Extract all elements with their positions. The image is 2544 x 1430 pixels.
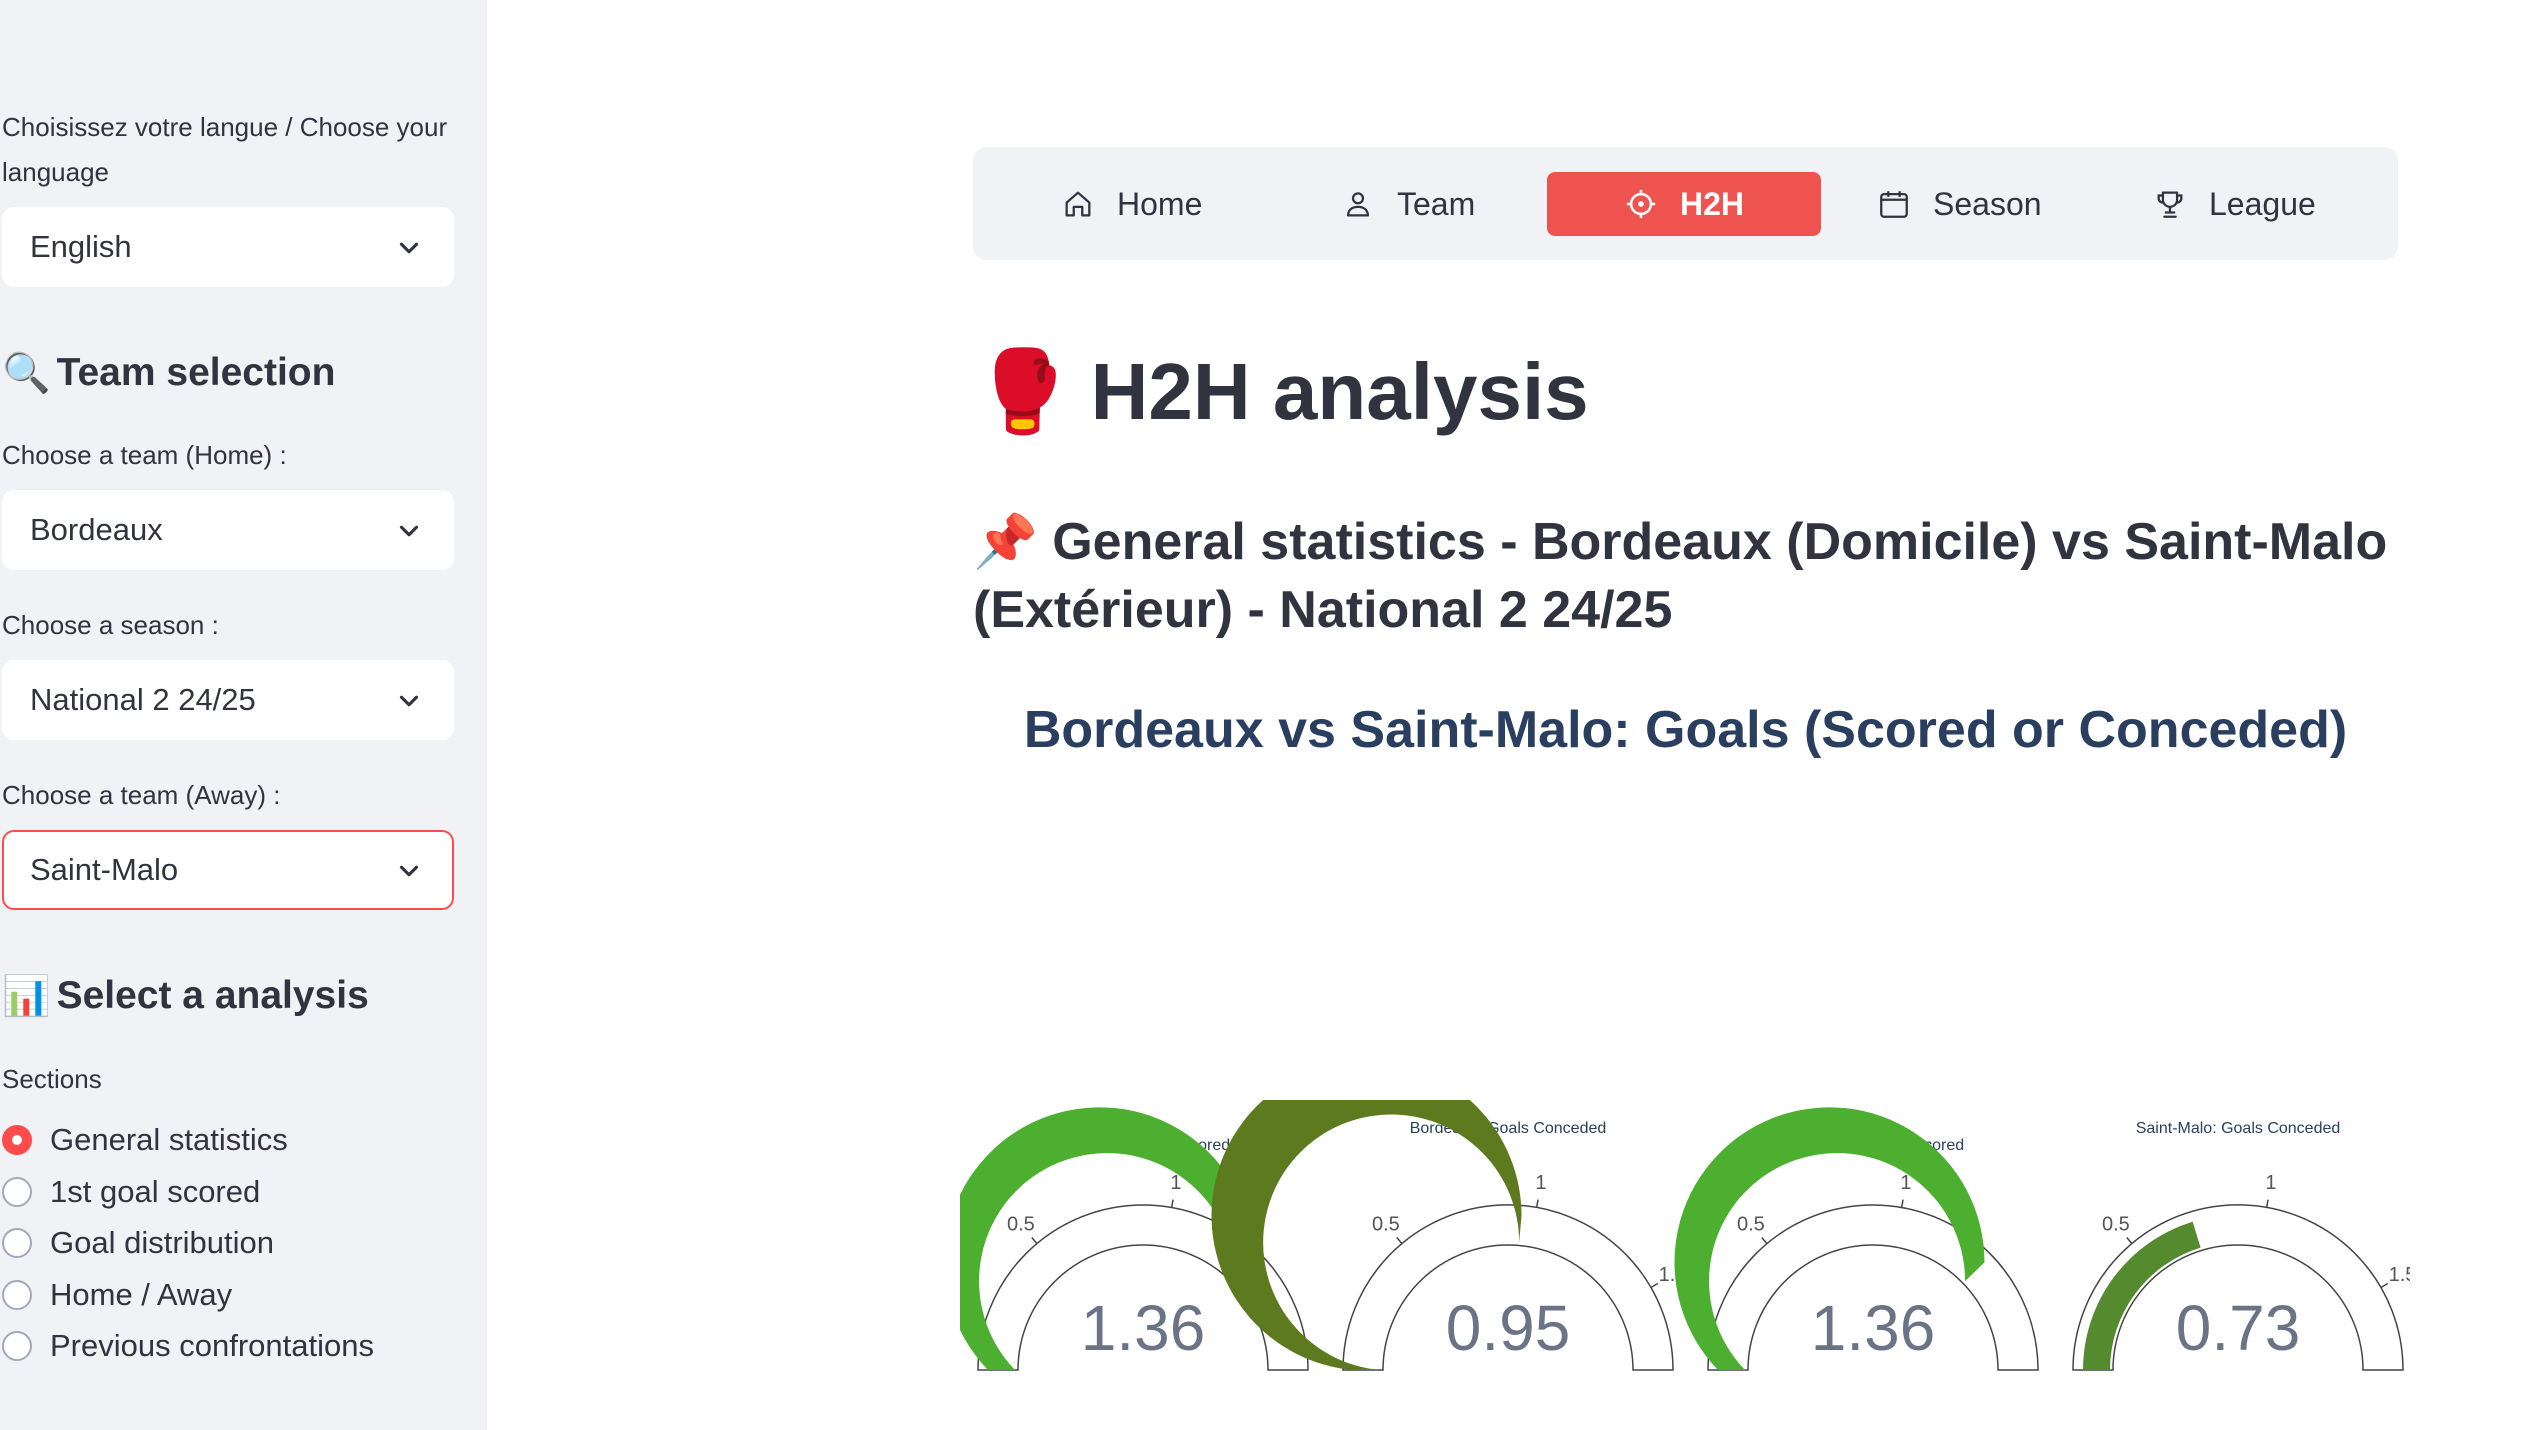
gauge-value: 0.95 — [1446, 1292, 1571, 1364]
gauge-title: Saint-Malo: Goals Conceded — [2136, 1120, 2341, 1137]
gauge-2: Bordeaux: Goals Conceded0.511.50.95 — [1211, 1100, 1686, 1371]
gauge-4: Saint-Malo: Goals Conceded 0.5 1 1.5 0.73 — [2072, 1120, 2410, 1371]
radio-icon[interactable] — [2, 1331, 32, 1361]
home-team-select-value: Bordeaux — [30, 512, 163, 547]
gauge-value: 1.36 — [1081, 1292, 1206, 1364]
radio-icon[interactable] — [2, 1228, 32, 1258]
gauge-tick-label: 1 — [1170, 1172, 1181, 1194]
home-icon — [1065, 191, 1091, 217]
chevron-down-icon — [399, 865, 419, 877]
language-select[interactable]: English — [2, 207, 454, 287]
chevron-down-icon — [399, 525, 419, 537]
calendar-icon — [1880, 191, 1908, 218]
section-option-label: General statistics — [50, 1122, 288, 1157]
gauge-value: 0.73 — [2176, 1292, 2301, 1364]
sections-label: Sections — [2, 1064, 102, 1094]
gauge-tick — [1535, 1199, 1539, 1208]
gauge-tick-label: 0.5 — [2102, 1213, 2130, 1235]
section-option-goal-distribution[interactable]: Goal distribution — [2, 1225, 274, 1261]
gauge-tick — [1761, 1236, 1768, 1245]
analysis-heading: 📊 Select a analysis — [2, 973, 369, 1019]
nav-item-league[interactable]: League — [2153, 172, 2316, 236]
gauge-tick — [1031, 1236, 1038, 1245]
away-team-select[interactable]: Saint-Malo — [2, 830, 454, 910]
gauge-tick-label: 0.5 — [1372, 1213, 1400, 1235]
home-team-label: Choose a team (Home) : — [2, 440, 287, 470]
radio-icon[interactable] — [2, 1177, 32, 1207]
nav-item-h2h[interactable]: H2H — [1547, 172, 1821, 236]
analysis-title: Select a analysis — [56, 974, 369, 1017]
nav-item-label: League — [2209, 185, 2316, 222]
trophy-icon — [2157, 191, 2183, 218]
section-option-general-statistics[interactable]: General statistics — [2, 1122, 288, 1158]
boxing-glove-icon: 🥊 — [973, 347, 1073, 436]
gauge-3: Saint-Malo: Goals Scored0.511.36 — [1674, 1107, 2039, 1371]
nav-item-season[interactable]: Season — [1877, 172, 2042, 236]
gauge-tick — [1650, 1282, 1659, 1289]
gauge-chart: Bordeaux: Goals Scored0.511.36Bordeaux: … — [960, 1100, 2410, 1371]
nav-item-home[interactable]: Home — [1061, 172, 1202, 236]
gauge-tick-label: 0.5 — [1007, 1213, 1035, 1235]
section-option-first-goal[interactable]: 1st goal scored — [2, 1174, 260, 1210]
top-navbar: Home Team H2H Season League — [973, 147, 2398, 260]
gauge-tick-label: 1.5 — [2389, 1264, 2410, 1286]
gauge-tick — [2126, 1236, 2133, 1245]
section-option-label: Home / Away — [50, 1277, 233, 1312]
nav-item-label: Team — [1397, 185, 1476, 222]
season-label: Choose a season : — [2, 610, 219, 640]
season-select-value: National 2 24/25 — [30, 682, 256, 717]
sidebar: Choisissez votre langue / Choose your la… — [0, 0, 487, 1430]
nav-item-label: H2H — [1679, 185, 1744, 222]
radio-checked-icon[interactable] — [2, 1125, 32, 1155]
magnifier-icon: 🔍 — [2, 352, 51, 395]
team-selection-title: Team selection — [56, 351, 336, 394]
page-title-text: H2H analysis — [1090, 347, 1589, 436]
nav-item-team[interactable]: Team — [1341, 172, 1475, 236]
section-option-previous-confrontations[interactable]: Previous confrontations — [2, 1328, 374, 1364]
person-icon — [1346, 192, 1370, 217]
gauge-tick — [1396, 1236, 1403, 1245]
section-subtitle: 📌 General statistics - Bordeaux (Domicil… — [973, 508, 2413, 644]
season-select[interactable]: National 2 24/25 — [2, 660, 454, 740]
nav-item-label: Home — [1117, 185, 1203, 222]
language-select-value: English — [30, 229, 132, 264]
nav-item-label: Season — [1933, 185, 2042, 222]
page-title: 🥊 H2H analysis — [973, 345, 1589, 439]
section-option-label: Previous confrontations — [50, 1328, 374, 1363]
chevron-down-icon — [399, 695, 419, 707]
gauge-tick — [2380, 1282, 2389, 1289]
gauge-value: 1.36 — [1811, 1292, 1936, 1364]
gauge-tick — [1900, 1199, 1904, 1208]
chart-title: Bordeaux vs Saint-Malo: Goals (Scored or… — [1023, 701, 2348, 759]
gauge-tick-label: 1 — [1535, 1172, 1546, 1194]
section-subtitle-text: General statistics - Bordeaux (Domicile)… — [973, 513, 2388, 639]
away-team-label: Choose a team (Away) : — [2, 780, 281, 810]
chevron-down-icon — [399, 242, 419, 254]
section-option-label: 1st goal scored — [50, 1174, 261, 1209]
radio-icon[interactable] — [2, 1280, 32, 1310]
gauge-tick-label: 1 — [1900, 1172, 1911, 1194]
bar-chart-icon: 📊 — [2, 975, 51, 1018]
gauge-tick — [1170, 1199, 1174, 1208]
gauge-tick-label: 0.5 — [1737, 1213, 1765, 1235]
language-label: Choisissez votre langue / Choose your la… — [2, 112, 448, 187]
gauge-tick — [2265, 1199, 2269, 1208]
target-icon — [1626, 189, 1656, 219]
away-team-select-value: Saint-Malo — [30, 852, 179, 887]
team-selection-heading: 🔍 Team selection — [2, 350, 335, 396]
gauge-tick-label: 1 — [2265, 1172, 2276, 1194]
section-option-label: Goal distribution — [50, 1225, 275, 1260]
pushpin-icon: 📌 — [973, 513, 1038, 571]
section-option-home-away[interactable]: Home / Away — [2, 1277, 232, 1313]
home-team-select[interactable]: Bordeaux — [2, 490, 454, 570]
